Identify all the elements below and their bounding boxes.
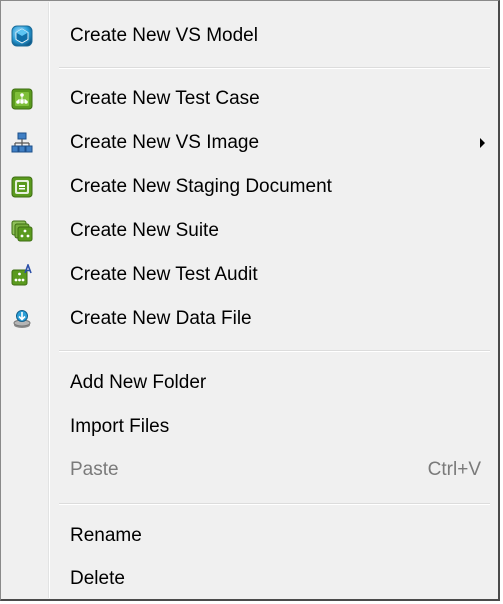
menu-item-label: Create New Data File <box>70 308 252 329</box>
menu-item-create-new-suite[interactable]: Create New Suite <box>2 210 497 252</box>
menu-item-create-new-data-file[interactable]: Create New Data File <box>2 298 497 340</box>
suite-icon <box>11 220 33 242</box>
menu-item-label: Import Files <box>70 416 170 437</box>
menu-item-delete[interactable]: Delete <box>2 558 497 600</box>
menu-separator <box>59 503 490 505</box>
menu-item-rename[interactable]: Rename <box>2 515 497 557</box>
menu-item-create-new-vs-image[interactable]: Create New VS Image <box>2 122 497 164</box>
menu-item-label: Paste <box>70 459 119 480</box>
menu-item-label: Create New VS Model <box>70 25 258 46</box>
shortcut-label: Ctrl+V <box>427 459 481 480</box>
data-file-icon <box>11 308 33 330</box>
test-case-icon <box>11 88 33 110</box>
menu-item-create-new-staging-document[interactable]: Create New Staging Document <box>2 166 497 208</box>
menu-item-label: Rename <box>70 525 142 546</box>
menu-item-label: Create New VS Image <box>70 132 260 153</box>
vs-model-cube-icon <box>11 25 33 47</box>
staging-document-icon <box>11 176 33 198</box>
menu-separator <box>59 350 490 352</box>
menu-item-label: Create New Suite <box>70 220 219 241</box>
menu-item-paste: Paste Ctrl+V <box>2 449 497 491</box>
menu-item-create-new-vs-model[interactable]: Create New VS Model <box>2 15 497 57</box>
menu-item-import-files[interactable]: Import Files <box>2 406 497 448</box>
menu-item-add-new-folder[interactable]: Add New Folder <box>2 362 497 404</box>
menu-separator <box>59 67 490 69</box>
vs-image-network-icon <box>11 132 33 154</box>
menu-item-label: Delete <box>70 568 125 589</box>
menu-item-label: Create New Test Case <box>70 88 260 109</box>
menu-item-create-new-test-case[interactable]: Create New Test Case <box>2 78 497 120</box>
menu-item-label: Add New Folder <box>70 372 207 393</box>
menu-item-label: Create New Test Audit <box>70 264 258 285</box>
menu-item-label: Create New Staging Document <box>70 176 332 197</box>
submenu-arrow-icon <box>480 138 485 148</box>
context-menu: Create New VS Model Create New Test Case <box>0 0 500 601</box>
menu-item-create-new-test-audit[interactable]: Create New Test Audit <box>2 254 497 296</box>
test-audit-icon <box>11 262 33 286</box>
